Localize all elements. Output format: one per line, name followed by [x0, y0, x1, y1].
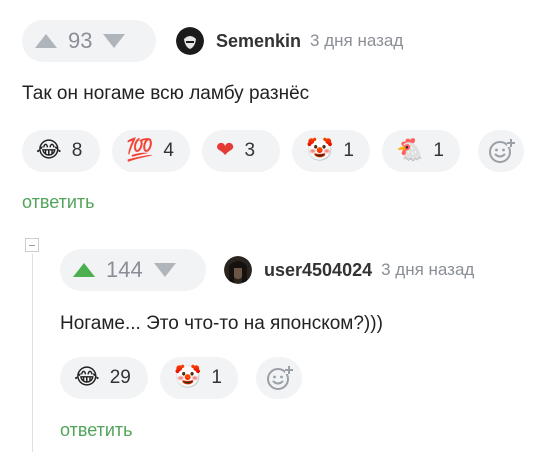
reply-link[interactable]: ответить — [60, 420, 133, 441]
reaction-clown[interactable]: 🤡 1 — [292, 130, 370, 172]
reaction-laughing[interactable]: 😂 29 — [60, 357, 148, 399]
add-reaction-button[interactable] — [478, 130, 524, 172]
thread-line[interactable] — [32, 254, 33, 452]
reply-link[interactable]: ответить — [22, 192, 95, 213]
vote-count: 144 — [106, 257, 143, 282]
reaction-count: 1 — [433, 140, 444, 161]
reaction-count: 8 — [71, 140, 83, 161]
timestamp[interactable]: 3 дня назад — [381, 260, 474, 280]
vote-widget: 144 — [60, 249, 206, 291]
heart-icon: ❤ — [216, 138, 235, 163]
hundred-emoji-icon: 💯 — [126, 138, 154, 163]
reaction-clown[interactable]: 🤡 1 — [160, 357, 238, 399]
reaction-count: 1 — [211, 367, 222, 388]
comment-header: user4504024 3 дня назад — [224, 256, 474, 284]
comment-text: Ногаме... Это что-то на японском?))) — [60, 313, 383, 334]
comment-text: Так он ногаме всю ламбу разнёс — [22, 83, 310, 104]
comment-header: Semenkin 3 дня назад — [176, 27, 403, 55]
reaction-count: 1 — [343, 140, 354, 161]
author-name[interactable]: Semenkin — [216, 31, 301, 52]
vote-widget: 93 — [22, 20, 156, 62]
reaction-heart[interactable]: ❤ 3 — [202, 130, 280, 172]
reaction-chicken[interactable]: 🐔 1 — [382, 130, 460, 172]
add-reaction-button[interactable] — [256, 357, 302, 399]
upvote-icon[interactable] — [34, 34, 58, 48]
author-name[interactable]: user4504024 — [264, 260, 372, 281]
clown-emoji-icon: 🤡 — [174, 365, 202, 390]
reaction-count: 4 — [163, 140, 174, 161]
timestamp[interactable]: 3 дня назад — [310, 31, 403, 51]
downvote-icon[interactable] — [102, 34, 126, 48]
upvote-icon[interactable] — [72, 263, 96, 277]
downvote-icon[interactable] — [153, 263, 177, 277]
add-emoji-icon — [489, 139, 515, 163]
reaction-hundred[interactable]: 💯 4 — [112, 130, 190, 172]
collapse-thread-button[interactable] — [25, 238, 39, 252]
vote-count: 93 — [68, 28, 93, 53]
avatar[interactable] — [224, 256, 252, 284]
reaction-count: 29 — [109, 367, 131, 388]
laughing-emoji-icon: 😂 — [36, 138, 62, 163]
laughing-emoji-icon: 😂 — [74, 365, 100, 390]
reaction-laughing[interactable]: 😂 8 — [22, 130, 100, 172]
clown-emoji-icon: 🤡 — [306, 138, 334, 163]
avatar[interactable] — [176, 27, 204, 55]
chicken-emoji-icon: 🐔 — [396, 138, 424, 163]
reaction-count: 3 — [244, 140, 256, 161]
add-emoji-icon — [267, 366, 293, 390]
